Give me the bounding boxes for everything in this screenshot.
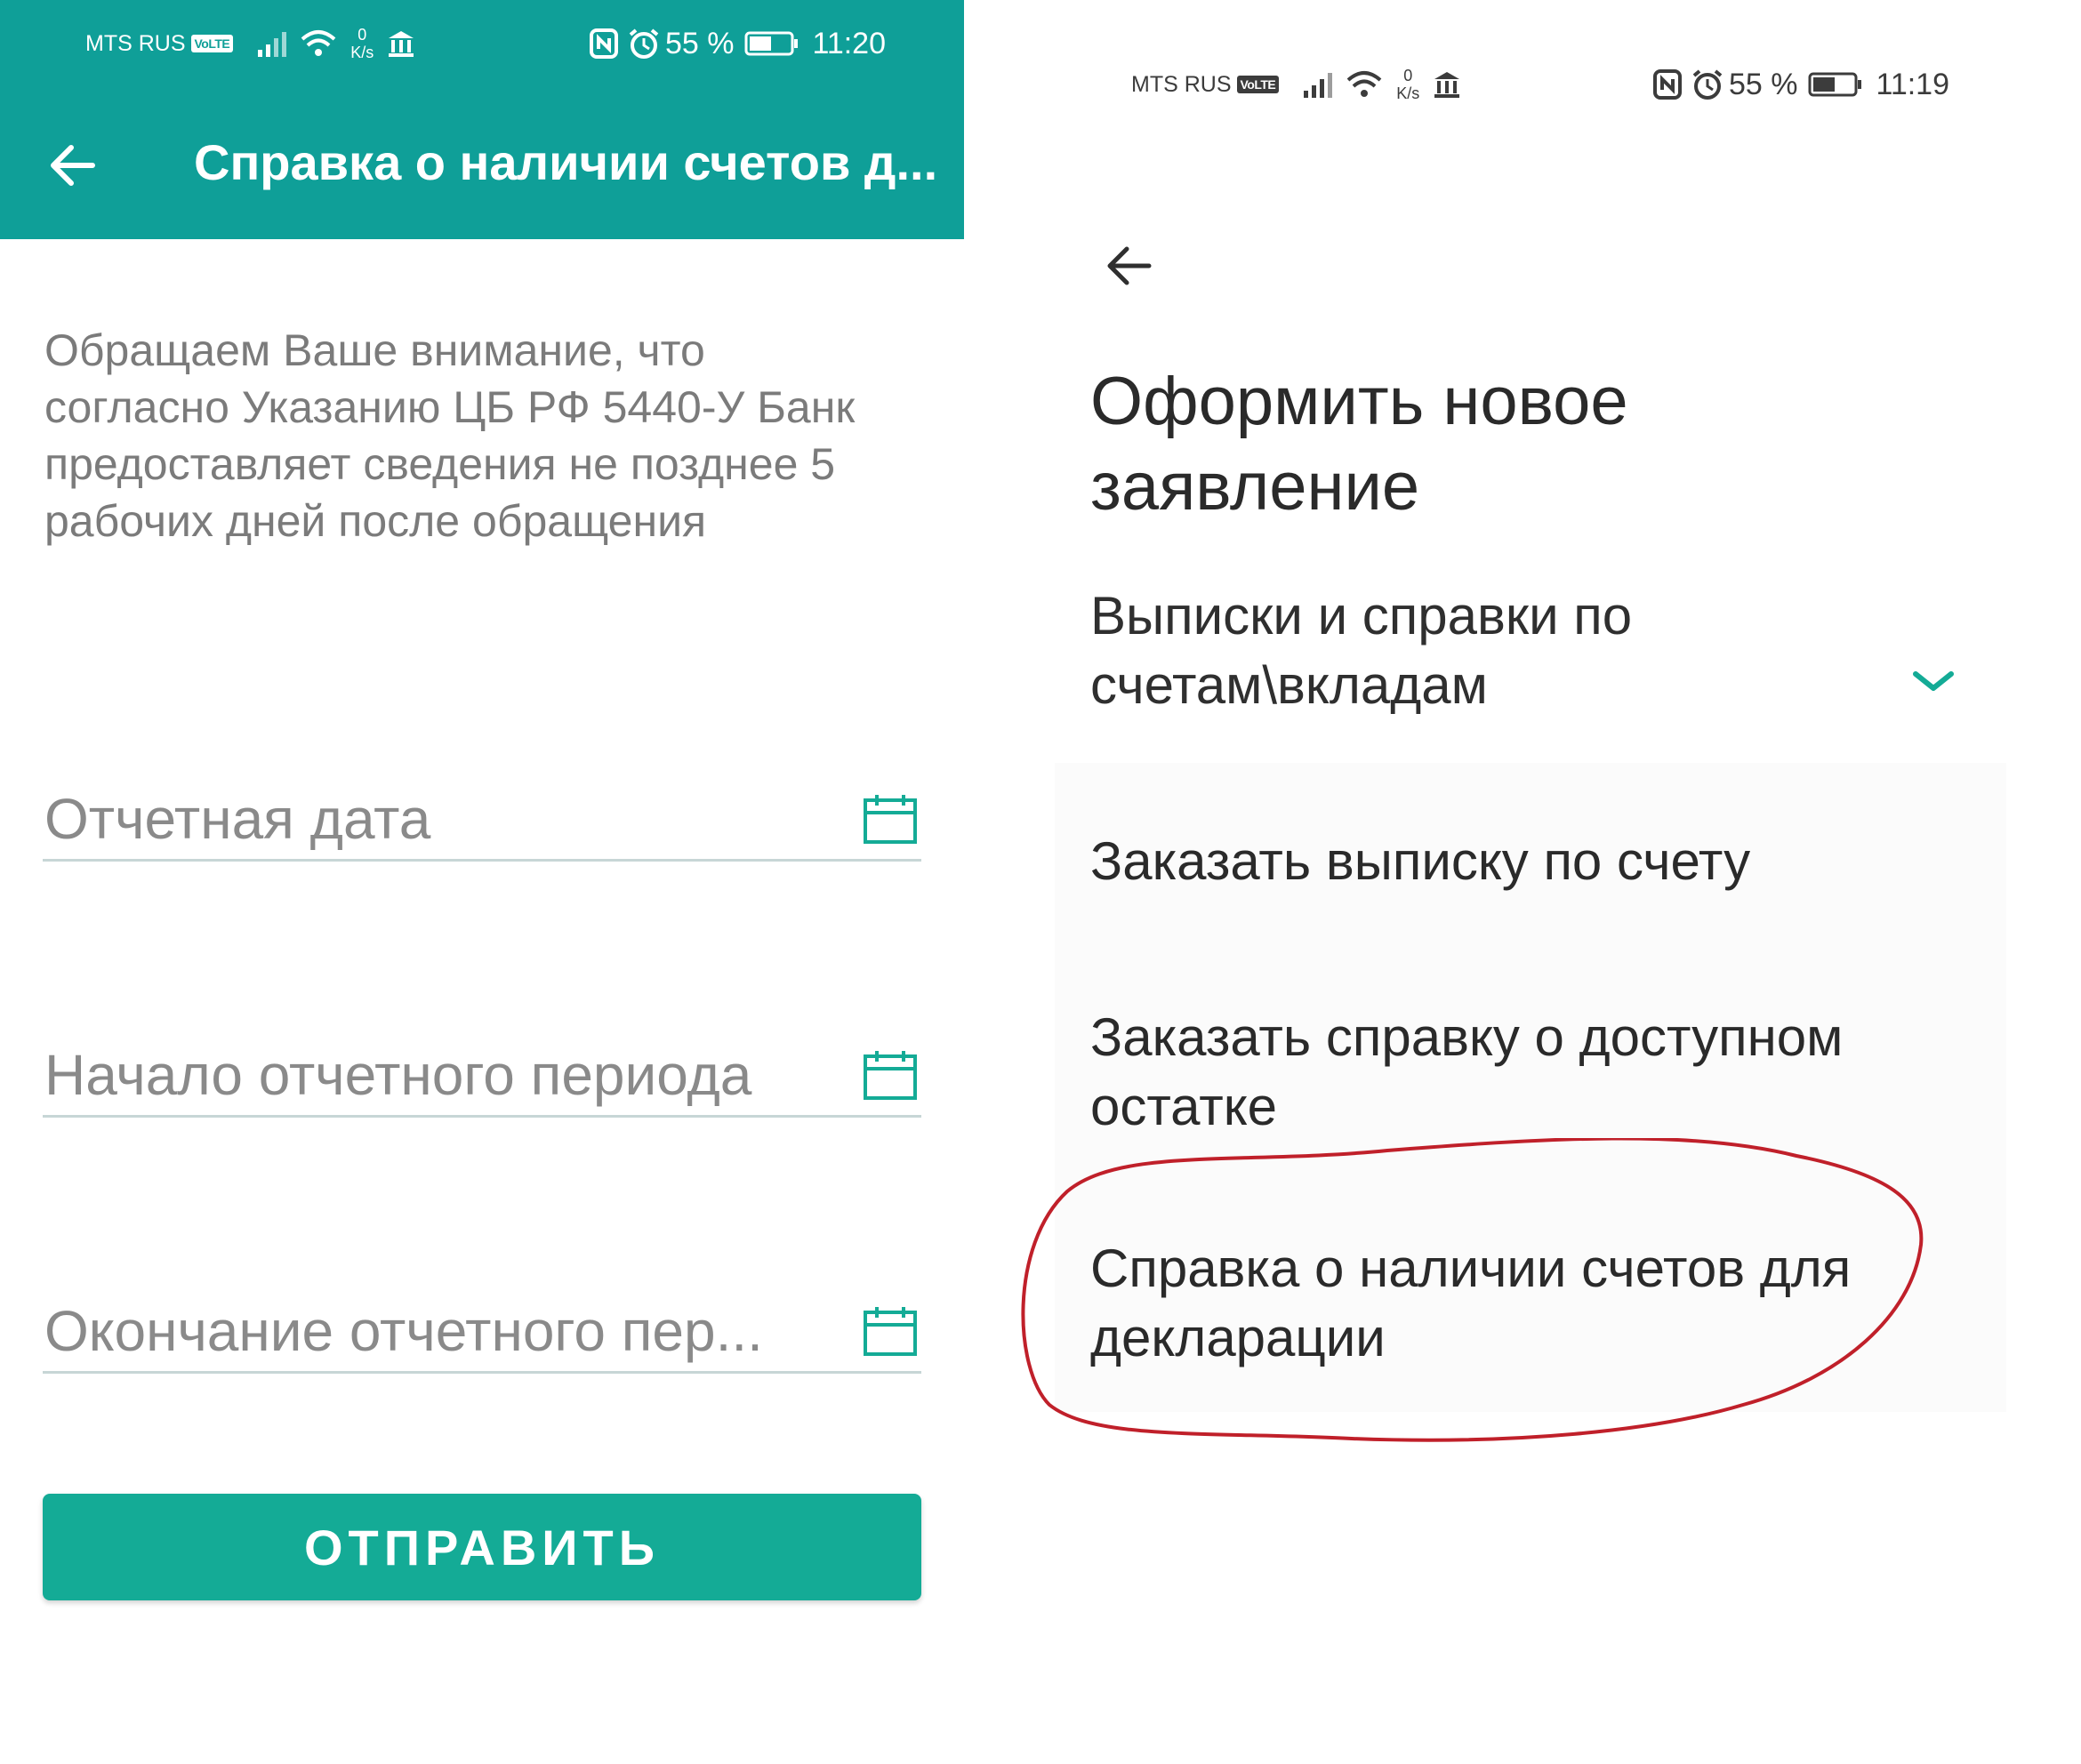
period-start-label: Начало отчетного периода xyxy=(44,1043,752,1107)
back-arrow-icon[interactable] xyxy=(46,139,100,192)
status-bar-right: MTS RUS VoLTE 0 K/s 55 % 11:19 xyxy=(1131,62,1949,107)
notice-text: Обращаем Ваше внимание, что согласно Ука… xyxy=(44,325,856,546)
battery-icon xyxy=(744,31,799,56)
period-end-label: Окончание отчетного пер... xyxy=(44,1299,763,1363)
calendar-icon[interactable] xyxy=(863,1049,918,1101)
report-date-label: Отчетная дата xyxy=(44,787,431,851)
period-end-field[interactable]: Окончание отчетного пер... xyxy=(43,1289,921,1374)
wifi-icon xyxy=(1346,71,1382,97)
clock: 11:20 xyxy=(812,26,886,60)
bank-icon xyxy=(1434,72,1460,98)
volte-badge: VoLTE xyxy=(1236,76,1280,93)
status-bar-left: MTS RUS VoLTE 0 K/s 55 % 11:20 xyxy=(85,21,886,66)
chevron-down-icon[interactable] xyxy=(1912,669,1955,694)
page-title: Оформить новое заявление xyxy=(1090,364,1628,525)
signal-icon xyxy=(258,32,287,57)
page-title: Справка о наличии счетов д... xyxy=(194,134,938,190)
period-start-field[interactable]: Начало отчетного периода xyxy=(43,1033,921,1118)
alarm-icon xyxy=(1692,69,1723,100)
battery-percent: 55 % xyxy=(664,26,735,60)
back-arrow-icon[interactable] xyxy=(1103,240,1154,292)
alarm-icon xyxy=(629,28,659,59)
menu-item-statement[interactable]: Заказать выписку по счету xyxy=(1090,827,1980,896)
calendar-icon[interactable] xyxy=(863,1305,918,1357)
signal-icon xyxy=(1304,73,1333,98)
wifi-icon xyxy=(301,30,336,56)
carrier-label: MTS RUS xyxy=(1131,71,1232,97)
battery-percent: 55 % xyxy=(1728,67,1798,101)
category-dropdown[interactable]: Выписки и справки по счетам\вкладам xyxy=(1090,581,1891,720)
calendar-icon[interactable] xyxy=(863,793,918,845)
nfc-icon xyxy=(589,28,618,59)
carrier-label: MTS RUS xyxy=(85,30,186,56)
volte-badge: VoLTE xyxy=(190,35,234,52)
net-speed: 0 K/s xyxy=(1396,67,1420,102)
send-button[interactable]: ОТПРАВИТЬ xyxy=(43,1494,921,1600)
net-speed: 0 K/s xyxy=(350,26,374,61)
nfc-icon xyxy=(1652,69,1682,100)
highlight-annotation xyxy=(1021,1138,1924,1442)
bank-icon xyxy=(389,31,414,57)
clock: 11:19 xyxy=(1876,67,1949,101)
report-date-field[interactable]: Отчетная дата xyxy=(43,777,921,862)
menu-item-balance-certificate[interactable]: Заказать справку о доступном остатке xyxy=(1090,1003,1980,1142)
battery-icon xyxy=(1808,72,1862,97)
